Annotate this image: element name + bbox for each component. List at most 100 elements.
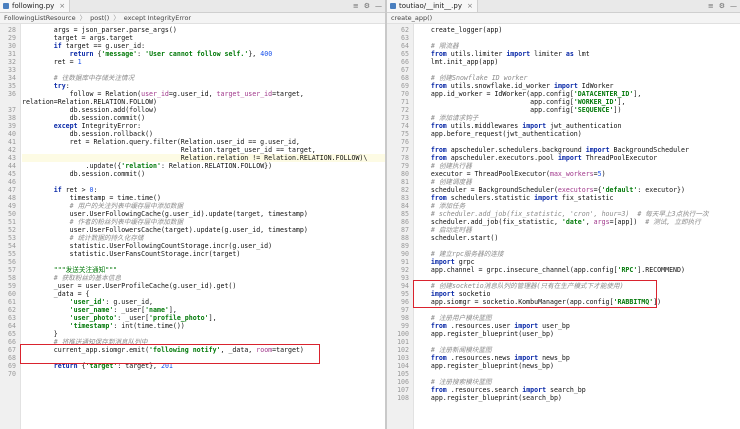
code-line: # 统计数据的持久化存储 [69,234,144,242]
line-number: 46 [8,178,16,186]
code-line: # 注册搜索模块蓝图 [430,378,492,386]
right-tab-bar: toutiao/__init__.py × ≡ ⚙ — [387,0,740,13]
menu-icon[interactable]: ≡ [353,2,359,10]
right-editor-pane: toutiao/__init__.py × ≡ ⚙ — create_app() 62… [387,0,740,429]
code-line: db.session.commit() [22,170,146,178]
gear-icon[interactable]: ⚙ [719,2,725,10]
close-tab-icon[interactable]: × [59,2,65,10]
line-number: 53 [8,234,16,242]
code-line: db.session.rollback() [22,130,154,138]
code-line: # 建立rpc服务器的连接 [430,250,504,258]
line-number: 51 [8,218,16,226]
line-number: 67 [8,346,16,354]
code-line: 'user_id': g.user_id, [69,298,154,306]
code-line: statistic.UserFansCountStorage.incr(targ… [22,250,241,258]
code-line: # 获取粉丝的基本信息 [53,274,122,282]
code-line: Relation.target_user_id == target, [22,146,316,154]
line-number: 95 [401,290,409,298]
code-area[interactable]: create_logger(app) # 限流器 from utils.limi… [413,24,740,429]
code-line: # 添加请求钩子 [430,114,479,122]
line-number: 30 [8,42,16,50]
left-editor-pane: following.py × ≡ ⚙ — FollowingListResource 〉… [0,0,385,429]
code-line: app.register_blueprint(search_bp) [415,394,562,402]
code-line: Relation.relation != Relation.RELATION.F… [22,154,368,162]
code-line: .update({'relation': Relation.RELATION.F… [22,162,273,170]
line-number: 93 [401,274,409,282]
line-number: 69 [8,362,16,370]
minimize-icon[interactable]: — [375,2,382,10]
left-tab-bar: following.py × ≡ ⚙ — [0,0,385,13]
breadcrumb-item[interactable]: create_app() [387,13,436,23]
code-area[interactable]: args = json_parser.parse_args() target =… [20,24,385,429]
line-number: 82 [401,186,409,194]
line-number-gutter: 62 63 64 65 66 67 68 69 70 71 72 73 74 75 76 77 78 79 80 81… [387,24,414,429]
line-number: 43 [8,154,16,162]
python-file-icon [390,3,396,9]
line-number: 37 [8,106,16,114]
code-line: from .resources.search import search_bp [430,386,586,394]
highlight-box-emit [20,344,320,364]
line-number: 97 [401,306,409,314]
code-line: app.id_worker = IdWorker(app.config['DAT… [415,90,642,98]
menu-icon[interactable]: ≡ [708,2,714,10]
minimize-icon[interactable]: — [730,2,737,10]
code-line: from apscheduler.schedulers.background i… [430,146,689,154]
code-line: 'user_name': _user['name'], [69,306,177,314]
line-number: 65 [8,330,16,338]
code-line: executor = ThreadPoolExecutor(max_worker… [415,170,606,178]
line-number: 61 [8,298,16,306]
tab-init-py[interactable]: toutiao/__init__.py × [387,0,478,12]
line-number: 47 [8,186,16,194]
line-number: 60 [8,290,16,298]
code-line: """发送关注通知""" [53,266,118,274]
code-line: target = args.target [22,34,134,42]
code-line: ret = Relation.query.filter(Relation.use… [22,138,300,146]
breadcrumb-item[interactable]: post() [86,13,113,23]
line-number: 71 [401,98,409,106]
line-number: 86 [401,218,409,226]
breadcrumb-item[interactable]: except IntegrityError [120,13,195,23]
python-file-icon [3,3,9,9]
line-number: 49 [8,202,16,210]
line-number: 55 [8,250,16,258]
tab-label: following.py [12,2,55,10]
line-number: 87 [401,226,409,234]
breadcrumb-item[interactable]: FollowingListResource [0,13,80,23]
code-line: # 作者的粉丝列表中缓存层中添加数据 [69,218,184,226]
line-number: 44 [8,162,16,170]
code-line: _user = user.UserProfileCache(g.user_id)… [22,282,237,290]
line-number: 83 [401,194,409,202]
code-line: # 限流器 [430,42,459,50]
line-number: 66 [401,58,409,66]
code-line: # scheduler.add_job(fix_statistic, 'cron… [430,210,709,218]
line-number: 101 [397,338,409,346]
code-line: app.config['WORKER_ID'], [415,98,626,106]
line-number: 81 [401,178,409,186]
line-number: 39 [8,122,16,130]
code-line: from utils.limiter import limiter as lmt [430,50,590,58]
code-line: from apscheduler.executors.pool import T… [430,154,658,162]
tab-following-py[interactable]: following.py × [0,0,71,12]
line-number: 54 [8,242,16,250]
line-number: 56 [8,258,16,266]
line-number: 28 [8,26,16,34]
line-number: 70 [401,90,409,98]
line-number: 89 [401,242,409,250]
code-line: from .resources.news import news_bp [430,354,570,362]
line-number: 58 [8,274,16,282]
line-number: 50 [8,210,16,218]
code-line: return {'message': 'User cannot follow s… [69,50,273,58]
close-tab-icon[interactable]: × [467,2,473,10]
code-line: 'user_photo': _user['profile_photo'], [69,314,217,322]
line-number: 33 [8,66,16,74]
line-number: 67 [401,66,409,74]
line-number: 77 [401,146,409,154]
code-line: # 创建Snowflake ID worker [430,74,528,82]
code-line: if target == g.user_id: [53,42,146,50]
gear-icon[interactable]: ⚙ [364,2,370,10]
line-number: 64 [401,42,409,50]
code-line: except IntegrityError: [53,122,142,130]
line-number: 96 [401,298,409,306]
breadcrumb: FollowingListResource 〉 post() 〉 except Inte… [0,13,385,24]
line-number: 74 [401,122,409,130]
